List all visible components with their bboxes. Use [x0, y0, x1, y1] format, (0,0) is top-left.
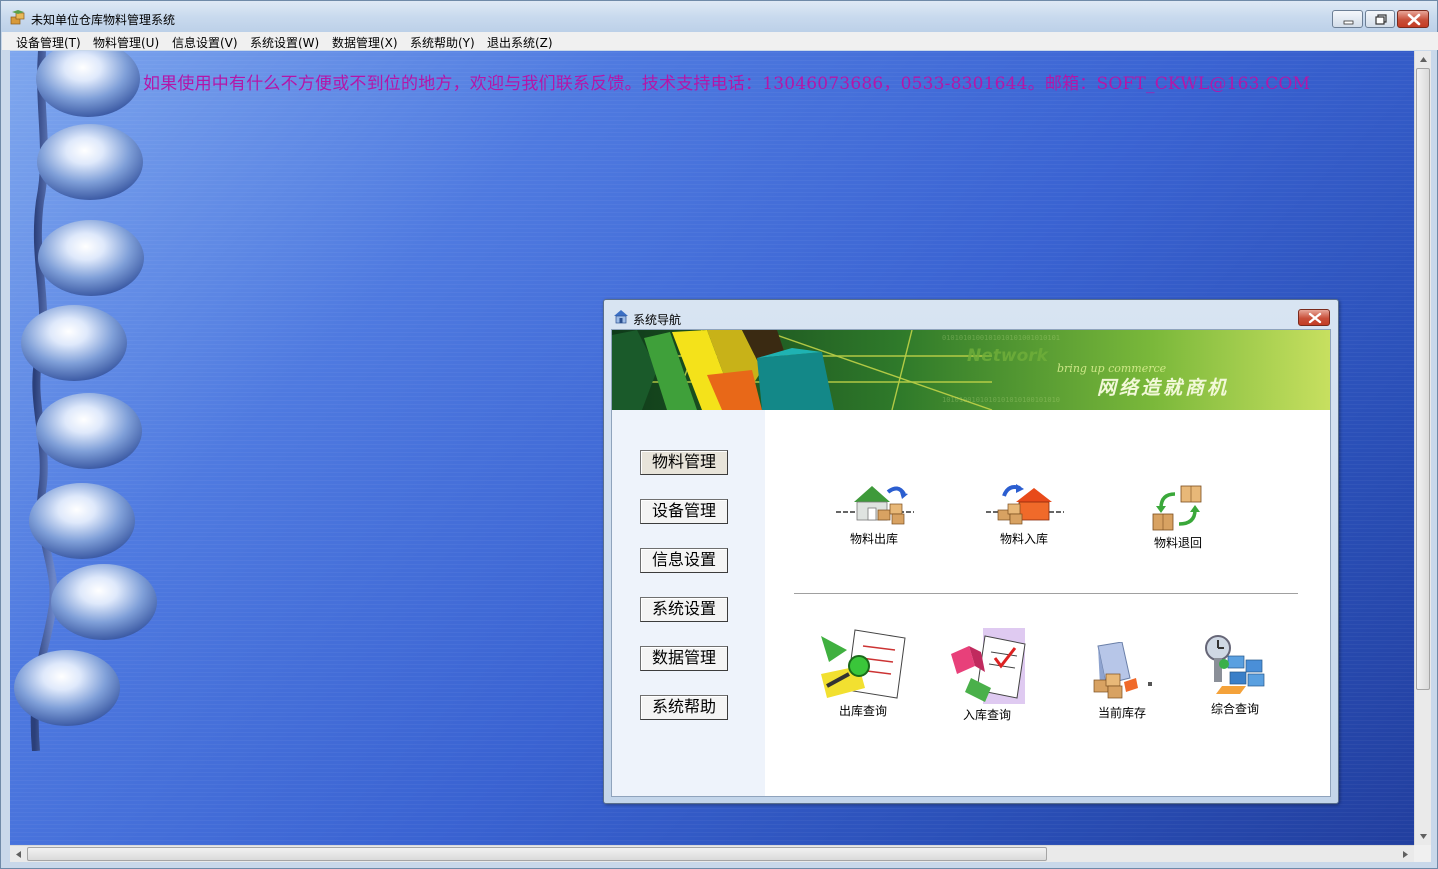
menu-system-help[interactable]: 系统帮助(Y) — [410, 34, 475, 51]
tool-material-return[interactable]: 物料退回 — [1133, 482, 1223, 551]
sidebar-button-data-management[interactable]: 数据管理 — [640, 646, 728, 671]
tool-label: 物料退回 — [1153, 536, 1202, 550]
close-button[interactable] — [1397, 10, 1429, 28]
nav-sidebar: 物料管理 设备管理 信息设置 系统设置 数据管理 系统帮助 — [612, 410, 765, 796]
restore-button[interactable] — [1365, 10, 1395, 28]
vertical-scrollbar[interactable] — [1414, 51, 1431, 845]
menu-system-settings[interactable]: 系统设置(W) — [250, 34, 319, 51]
current-stock-icon — [1093, 642, 1152, 699]
scroll-left-icon[interactable] — [10, 846, 27, 863]
tool-label: 当前库存 — [1097, 706, 1146, 720]
nav-window-title: 系统导航 — [633, 313, 682, 327]
title-bar[interactable]: 未知单位仓库物料管理系统 — [1, 1, 1437, 32]
overall-query-icon — [1205, 635, 1265, 694]
scroll-right-icon[interactable] — [1397, 846, 1414, 863]
minimize-button[interactable] — [1332, 10, 1363, 28]
tool-material-in[interactable]: 物料入库 — [979, 480, 1069, 547]
svg-text:0101010100101010101001010101: 0101010100101010101001010101 — [942, 334, 1060, 342]
menu-bar: 设备管理(T) 物料管理(U) 信息设置(V) 系统设置(W) 数据管理(X) … — [2, 32, 1438, 50]
banner-image: 0101010100101010101001010101 10101001010… — [612, 330, 1330, 410]
nav-window-body: 0101010100101010101001010101 10101001010… — [611, 329, 1331, 797]
scroll-corner — [1414, 845, 1431, 862]
material-return-icon — [1152, 485, 1202, 531]
horizontal-scroll-thumb[interactable] — [27, 847, 1047, 861]
decorative-bubbles — [14, 51, 157, 751]
vertical-scroll-thumb[interactable] — [1416, 68, 1430, 690]
menu-info-settings[interactable]: 信息设置(V) — [172, 34, 238, 51]
close-icon — [1308, 312, 1322, 324]
svg-text:1010100101010101010100101010: 1010100101010101010100101010 — [942, 396, 1060, 404]
menu-equipment[interactable]: 设备管理(T) — [16, 34, 81, 51]
tool-label: 入库查询 — [962, 708, 1011, 722]
banner-line1: Network — [967, 346, 1050, 366]
tool-material-out[interactable]: 物料出库 — [829, 480, 919, 547]
minimize-icon — [1343, 20, 1354, 25]
in-query-icon — [951, 628, 1026, 704]
panel-edge — [1330, 450, 1331, 797]
banner-line3: 网络造就商机 — [1097, 377, 1229, 399]
tool-label: 物料入库 — [999, 532, 1048, 546]
scroll-down-icon[interactable] — [1415, 828, 1432, 845]
window-icon — [614, 310, 628, 324]
tool-in-query[interactable]: 入库查询 — [945, 628, 1029, 723]
window-title: 未知单位仓库物料管理系统 — [31, 13, 176, 27]
tool-label: 物料出库 — [849, 532, 898, 546]
tool-label: 出库查询 — [838, 704, 887, 718]
sidebar-button-system-settings[interactable]: 系统设置 — [640, 597, 728, 622]
nav-close-button[interactable] — [1298, 309, 1330, 326]
out-query-icon — [821, 629, 906, 699]
tool-label: 综合查询 — [1210, 702, 1259, 716]
sidebar-button-info-settings[interactable]: 信息设置 — [640, 548, 728, 573]
main-window: 未知单位仓库物料管理系统 设备管理(T) 物料管理(U) 信息设置(V) 系统设… — [0, 0, 1438, 869]
app-icon — [10, 10, 25, 25]
restore-icon — [1375, 14, 1387, 25]
close-icon — [1407, 13, 1421, 26]
material-in-icon — [986, 484, 1064, 525]
sidebar-button-equipment[interactable]: 设备管理 — [640, 499, 728, 524]
banner-line2: bring up commerce — [1057, 362, 1167, 375]
nav-content-panel: 物料出库 物料入库 物料退回 出库查询 入库查询 当前库存 综合查询 — [765, 410, 1331, 797]
tool-overall-query[interactable]: 综合查询 — [1197, 632, 1273, 717]
system-nav-window: 系统导航 0101010100101010101001010101 101010… — [603, 299, 1339, 804]
material-out-icon — [836, 486, 914, 525]
horizontal-scrollbar[interactable] — [10, 845, 1414, 862]
menu-material[interactable]: 物料管理(U) — [93, 34, 159, 51]
section-divider — [794, 593, 1298, 595]
menu-exit[interactable]: 退出系统(Z) — [487, 34, 553, 51]
support-notice: 如果使用中有什么不方便或不到位的地方，欢迎与我们联系反馈。技术支持电话：1304… — [143, 74, 1311, 94]
tool-current-stock[interactable]: 当前库存 — [1077, 642, 1167, 721]
sidebar-button-system-help[interactable]: 系统帮助 — [640, 695, 728, 720]
sidebar-button-material[interactable]: 物料管理 — [640, 450, 728, 475]
tool-out-query[interactable]: 出库查询 — [817, 628, 909, 719]
menu-data-management[interactable]: 数据管理(X) — [332, 34, 398, 51]
scroll-up-icon[interactable] — [1415, 51, 1432, 68]
